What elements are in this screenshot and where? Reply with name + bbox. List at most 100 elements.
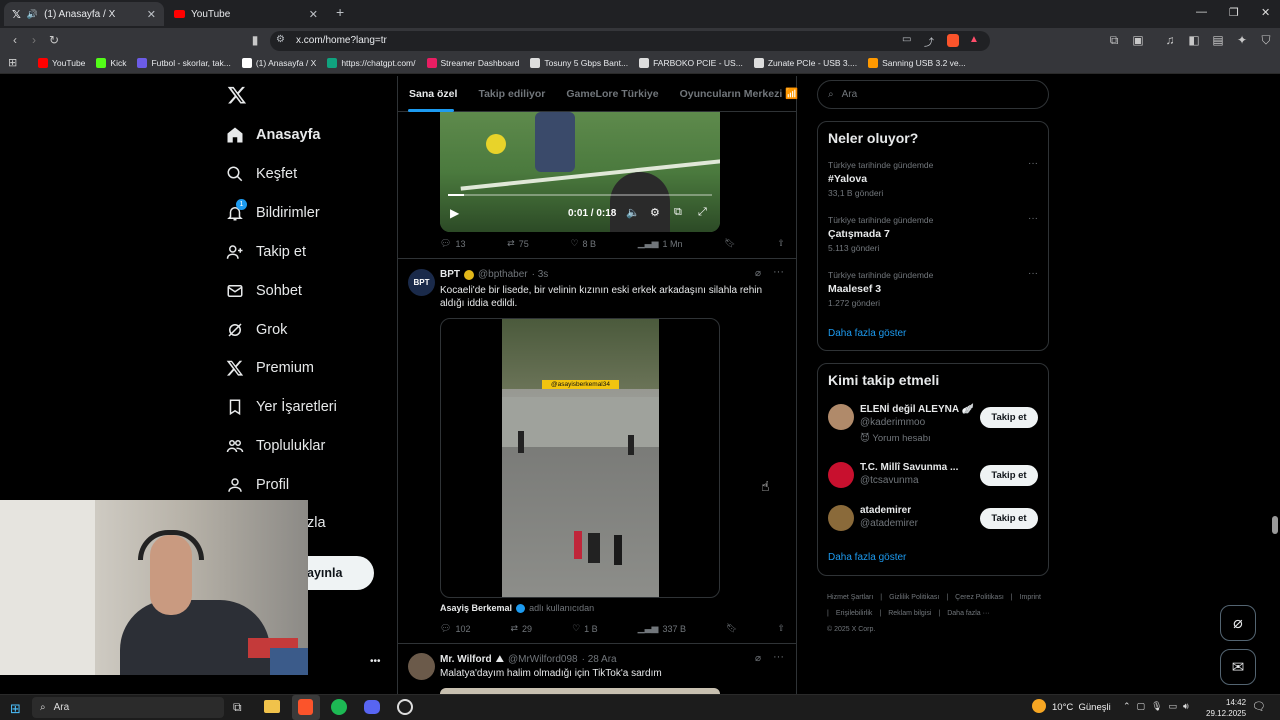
who-name[interactable]: atademirer bbox=[860, 505, 911, 516]
notification-icon[interactable]: 🗨︎ bbox=[1252, 700, 1266, 713]
close-window-button[interactable]: ✕ bbox=[1261, 6, 1270, 19]
restore-button[interactable]: ❐ bbox=[1229, 6, 1239, 19]
more-nav-label[interactable]: zla bbox=[307, 515, 326, 531]
grok-fab[interactable]: ⌀ bbox=[1220, 605, 1256, 641]
vpn-icon[interactable]: ⛉ bbox=[1258, 28, 1274, 52]
author-name[interactable]: BPT bbox=[440, 269, 460, 280]
brave-rewards-icon[interactable]: ▲ bbox=[969, 34, 979, 45]
author-handle[interactable]: @MrWilford098 bbox=[508, 654, 578, 665]
nav-item-bookmark[interactable]: Yer İşaretleri bbox=[226, 392, 337, 422]
reply-button[interactable]: 💬︎ 13 bbox=[440, 238, 465, 249]
like-button[interactable]: ♡ 1 B bbox=[572, 623, 598, 634]
taskbar-search[interactable]: ⌕ Ara bbox=[32, 697, 224, 718]
bookmark-item[interactable]: Futbol - skorlar, tak... bbox=[137, 57, 231, 68]
nav-item-person[interactable]: Profil bbox=[226, 470, 289, 500]
tab-gamelore[interactable]: GameLore Türkiye bbox=[566, 88, 658, 100]
nav-item-x[interactable]: Premium bbox=[226, 353, 314, 383]
repost-button[interactable]: ⇄ 75 bbox=[507, 238, 529, 249]
bookmark-item[interactable]: Kick bbox=[96, 57, 126, 68]
cast-icon[interactable]: ▭ bbox=[902, 34, 911, 45]
reload-icon[interactable]: ↻ bbox=[46, 28, 62, 52]
trends-more-link[interactable]: Daha fazla göster bbox=[828, 328, 906, 339]
author-handle[interactable]: @bpthaber bbox=[478, 269, 528, 280]
nav-item-grok[interactable]: Grok bbox=[226, 315, 287, 345]
discord-icon[interactable] bbox=[364, 700, 380, 714]
play-icon[interactable]: ▶ bbox=[450, 206, 459, 220]
avatar[interactable]: BPT bbox=[408, 269, 435, 296]
views-button[interactable]: ▁▃▅ 337 B bbox=[638, 623, 686, 634]
fullscreen-icon[interactable]: ⤢ bbox=[698, 206, 707, 219]
bookmark-item[interactable]: Sanning USB 3.2 ve... bbox=[868, 57, 966, 68]
tray-app-icon[interactable]: ▢ bbox=[1137, 701, 1146, 712]
post-more-icon[interactable]: ··· bbox=[773, 651, 784, 663]
video-player[interactable]: ▶ 0:01 / 0:18 🔈 ⚙ ⧉ ⤢ bbox=[440, 112, 720, 232]
grok-icon[interactable]: ⌀ bbox=[755, 268, 761, 279]
footer-link[interactable]: Gizlilik Politikası bbox=[889, 590, 939, 606]
messages-fab[interactable]: ✉ bbox=[1220, 649, 1256, 685]
scrollbar-thumb[interactable] bbox=[1272, 516, 1278, 534]
trend-more-icon[interactable]: ··· bbox=[1028, 158, 1038, 169]
footer-link[interactable]: Daha fazla ··· bbox=[947, 606, 989, 622]
nav-item-person-add[interactable]: Takip et bbox=[226, 237, 306, 267]
bookmark-item[interactable]: Streamer Dashboard bbox=[426, 57, 519, 68]
follow-button[interactable]: Takip et bbox=[980, 407, 1038, 428]
grok-icon[interactable]: ⌀ bbox=[755, 653, 761, 664]
search-box[interactable]: ⌕ Ara bbox=[817, 80, 1049, 109]
footer-link[interactable]: Imprint bbox=[1020, 590, 1041, 606]
nav-item-search[interactable]: Keşfet bbox=[226, 159, 297, 189]
post-time[interactable]: · 28 Ara bbox=[582, 654, 617, 665]
brave-icon[interactable] bbox=[298, 699, 313, 715]
tab-youtube[interactable]: YouTube ✕ bbox=[166, 2, 326, 26]
bookmark-item[interactable]: (1) Anasayfa / X bbox=[241, 57, 316, 68]
trend-item[interactable]: Türkiye tarihinde gündemde Çatışmada 7 5.1… bbox=[828, 213, 1040, 260]
clock[interactable]: 14:42 29.12.2025 bbox=[1206, 697, 1246, 719]
trend-item[interactable]: Türkiye tarihinde gündemde Maalesef 3 1.27… bbox=[828, 268, 1040, 315]
network-icon[interactable]: ▭ bbox=[1169, 701, 1178, 712]
volume-icon[interactable]: 🔈 bbox=[626, 206, 640, 219]
weather-text[interactable]: 10°C Güneşli bbox=[1052, 702, 1111, 713]
tab-x-home[interactable]: 𝕏 🔊 (1) Anasayfa / X ✕ bbox=[4, 2, 164, 26]
who-handle[interactable]: @atademirer bbox=[860, 518, 918, 529]
who-more-link[interactable]: Daha fazla göster bbox=[828, 552, 906, 563]
apps-grid-icon[interactable]: ⊞ bbox=[8, 56, 22, 69]
task-view-icon[interactable]: ⧉ bbox=[233, 700, 242, 715]
brave-shield-icon[interactable] bbox=[947, 34, 959, 47]
wallet2-icon[interactable]: ▤ bbox=[1210, 28, 1226, 52]
new-tab-button[interactable]: + bbox=[336, 4, 344, 20]
who-item[interactable]: ELENİ değil ALEYNA 🪽 @kaderimmoo 😈 Yorum h… bbox=[828, 404, 1040, 444]
avatar[interactable] bbox=[828, 404, 854, 430]
forward-icon[interactable]: › bbox=[26, 28, 42, 52]
trend-more-icon[interactable]: ··· bbox=[1028, 268, 1038, 279]
post-media[interactable]: @asayisberkemal34 bbox=[440, 318, 720, 598]
bookmark-item[interactable]: https://chatgpt.com/ bbox=[327, 57, 416, 68]
post-more-icon[interactable]: ··· bbox=[773, 266, 784, 278]
account-more-icon[interactable]: ••• bbox=[370, 656, 381, 667]
bookmark-page-icon[interactable]: ▮ bbox=[247, 28, 263, 52]
tab-for-you[interactable]: Sana özel bbox=[409, 88, 457, 100]
obs-icon[interactable] bbox=[397, 699, 413, 715]
tray-chevron-icon[interactable]: ⌃ bbox=[1123, 701, 1131, 712]
address-bar[interactable]: ⚙ x.com/home?lang=tr ▭ ⤴ ▲ bbox=[270, 31, 990, 51]
volume-icon[interactable]: 🔊︎ bbox=[1183, 701, 1189, 712]
bookmark-item[interactable]: YouTube bbox=[38, 57, 85, 68]
post-time[interactable]: · 3s bbox=[532, 269, 549, 280]
like-button[interactable]: ♡ 8 B bbox=[570, 238, 596, 249]
bookmark-item[interactable]: FARBOKO PCIE - US... bbox=[639, 57, 743, 68]
views-button[interactable]: ▁▃▅ 1 Mn bbox=[638, 238, 683, 249]
who-handle[interactable]: @tcsavunma bbox=[860, 475, 919, 486]
post-button[interactable]: ayınla bbox=[307, 556, 374, 590]
footer-link[interactable]: Çerez Politikası bbox=[955, 590, 1004, 606]
extensions-icon[interactable]: ⧉ bbox=[1106, 28, 1122, 52]
nav-item-mail[interactable]: Sohbet bbox=[226, 276, 302, 306]
nav-item-home[interactable]: Anasayfa bbox=[226, 120, 320, 150]
footer-link[interactable]: Erişilebilirlik bbox=[836, 606, 873, 622]
leo-ai-icon[interactable]: ✦ bbox=[1234, 28, 1250, 52]
file-explorer-icon[interactable] bbox=[264, 700, 280, 713]
share-button[interactable]: ⇧ bbox=[777, 238, 785, 249]
settings-icon[interactable]: ⚙ bbox=[650, 206, 660, 219]
trend-item[interactable]: Türkiye tarihinde gündemde #Yalova 33,1 B … bbox=[828, 158, 1040, 205]
site-info-icon[interactable]: ⚙ bbox=[276, 34, 285, 45]
wallet-icon[interactable]: ▣ bbox=[1130, 28, 1146, 52]
footer-link[interactable]: © 2025 X Corp. bbox=[827, 622, 875, 638]
pip-icon[interactable]: ⧉ bbox=[674, 206, 682, 219]
